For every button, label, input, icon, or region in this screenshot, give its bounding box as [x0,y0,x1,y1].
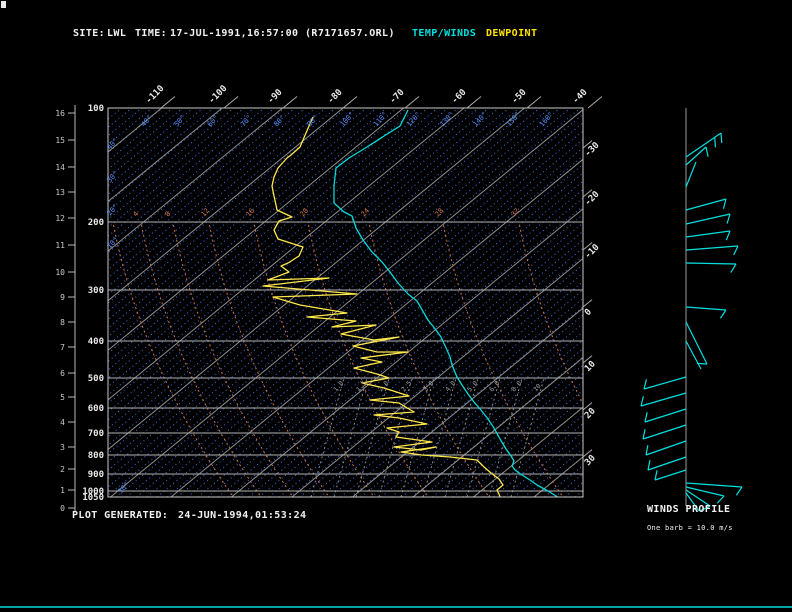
svg-text:16: 16 [55,109,65,118]
svg-text:2: 2 [60,465,65,474]
svg-text:-80: -80 [326,88,345,107]
svg-text:100°: 100° [339,110,356,128]
svg-text:1: 1 [60,486,65,495]
svg-text:110°: 110° [372,110,389,128]
svg-text:1050: 1050 [82,493,104,503]
svg-text:400: 400 [88,337,104,347]
svg-text:-110: -110 [144,84,166,106]
svg-text:90°: 90° [306,114,320,129]
plot-generated-label: PLOT GENERATED: [72,510,169,521]
svg-text:30°: 30° [117,481,131,496]
sounding-screen: 100 200 300 400 500 600 700 800 900 1000 1050 16 15 1… [0,0,792,612]
svg-text:70°: 70° [239,114,253,129]
file-name: (R7171657.ORL) [305,28,395,39]
svg-text:14: 14 [55,163,65,172]
svg-text:5: 5 [60,393,65,402]
svg-text:16: 16 [245,207,257,219]
svg-text:15: 15 [55,136,65,145]
svg-text:-100: -100 [207,84,229,106]
svg-text:800: 800 [88,451,104,461]
svg-text:28: 28 [434,207,446,219]
svg-text:100: 100 [88,104,104,114]
site-label: SITE: [73,28,106,39]
svg-text:-50: -50 [510,88,529,107]
svg-text:3: 3 [60,443,65,452]
svg-text:32: 32 [510,207,522,219]
svg-text:-40: -40 [571,88,590,107]
svg-text:11: 11 [55,241,65,250]
svg-text:0: 0 [583,307,594,318]
svg-text:600: 600 [88,404,104,414]
legend-temp-winds: TEMP/WINDS [412,28,477,39]
svg-text:8: 8 [164,210,173,218]
winds-profile [640,108,743,512]
site-value: LWL [107,28,127,39]
svg-text:900: 900 [88,470,104,480]
winds-profile-title: WINDS PROFILE [647,504,731,515]
svg-text:-90: -90 [266,88,285,107]
svg-text:150°: 150° [505,110,522,128]
svg-text:24: 24 [360,207,372,219]
plot-generated-value: 24-JUN-1994,01:53:24 [178,510,307,521]
chart-grid [108,108,583,497]
svg-text:500: 500 [88,374,104,384]
svg-text:12: 12 [200,207,212,219]
svg-text:4: 4 [60,418,65,427]
svg-text:13: 13 [55,188,65,197]
svg-text:20: 20 [299,207,311,219]
trace-temp-winds [333,109,559,497]
cursor-dot [1,1,6,8]
svg-text:6: 6 [60,369,65,378]
svg-text:7: 7 [60,343,65,352]
svg-text:-70: -70 [388,88,407,107]
svg-text:4: 4 [132,210,141,218]
svg-text:60°: 60° [206,114,220,129]
svg-text:-10: -10 [583,243,602,262]
bottom-border-line [0,606,792,608]
svg-text:140°: 140° [472,110,489,128]
axis-labels: 1002003004005006007008009001000105016151… [55,84,603,513]
svg-text:-60: -60 [450,88,469,107]
svg-text:9: 9 [60,293,65,302]
svg-text:700: 700 [88,429,104,439]
svg-text:120°: 120° [405,110,422,128]
svg-text:0: 0 [60,504,65,513]
time-label: TIME: [135,28,168,39]
svg-text:-20: -20 [583,190,602,209]
svg-text:10: 10 [55,268,65,277]
svg-text:8: 8 [60,318,65,327]
svg-text:200: 200 [88,218,104,228]
svg-text:12: 12 [55,214,65,223]
svg-text:300: 300 [88,286,104,296]
svg-text:50°: 50° [173,114,187,129]
svg-text:-30: -30 [583,141,602,160]
time-value: 17-JUL-1991,16:57:00 [170,28,299,39]
svg-text:160°: 160° [538,110,555,128]
legend-dewpoint: DEWPOINT [486,28,538,39]
winds-barb-scale: One barb = 10.0 m/s [647,524,733,532]
